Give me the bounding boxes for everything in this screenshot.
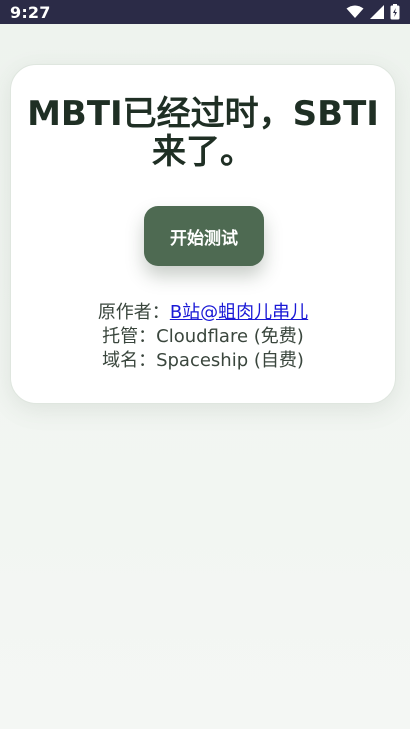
battery-icon: [390, 4, 400, 20]
author-link[interactable]: B站@蛆肉儿串儿: [170, 302, 308, 323]
domain-value: Spaceship (自费): [156, 350, 304, 371]
domain-line: 域名：Spaceship (自费): [11, 349, 395, 373]
status-icons: [346, 4, 400, 20]
page-title: MBTI已经过时，SBTI来了。: [27, 94, 379, 172]
author-line: 原作者：B站@蛆肉儿串儿: [11, 301, 395, 325]
author-label: 原作者：: [97, 302, 170, 323]
wifi-icon: [346, 5, 364, 19]
start-test-button[interactable]: 开始测试: [144, 206, 264, 266]
status-time: 9:27: [10, 2, 51, 22]
status-bar: 9:27: [0, 0, 410, 24]
signal-icon: [370, 5, 384, 19]
domain-label: 域名：: [102, 350, 157, 371]
main-card: MBTI已经过时，SBTI来了。 开始测试 原作者：B站@蛆肉儿串儿 托管：Cl…: [10, 64, 396, 404]
hosting-value: Cloudflare (免费): [156, 326, 304, 347]
hosting-line: 托管：Cloudflare (免费): [11, 325, 395, 349]
hosting-label: 托管：: [102, 326, 157, 347]
credits: 原作者：B站@蛆肉儿串儿 托管：Cloudflare (免费) 域名：Space…: [11, 301, 395, 373]
